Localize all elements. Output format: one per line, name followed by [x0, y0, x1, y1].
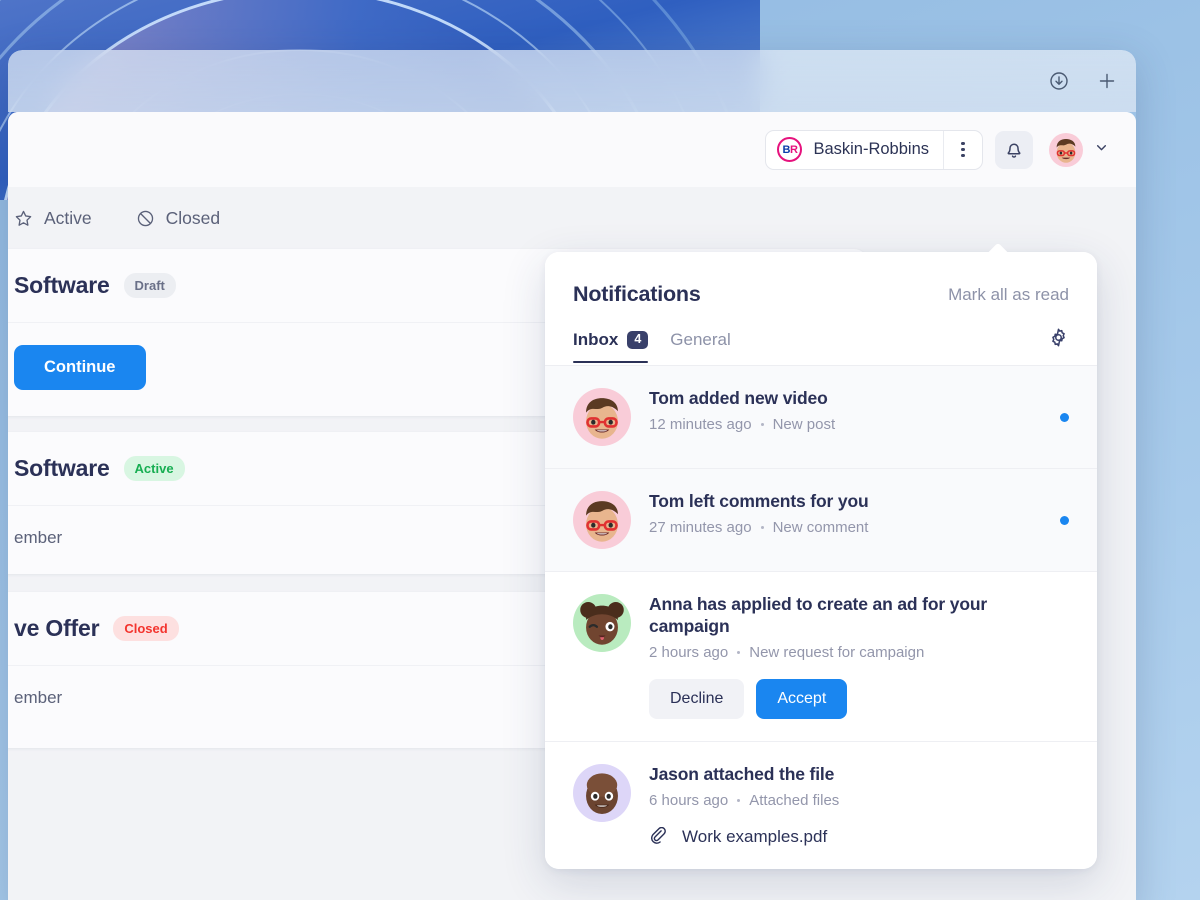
tab-inbox[interactable]: Inbox 4 [573, 330, 649, 363]
avatar[interactable] [573, 491, 631, 549]
browser-window: BR Baskin-Robbins Active Closed Software… [8, 50, 1136, 900]
notification-meta: 6 hours ago Attached files [649, 792, 1069, 809]
workspace-selector[interactable]: BR Baskin-Robbins [765, 129, 983, 170]
mark-all-as-read-button[interactable]: Mark all as read [948, 285, 1069, 305]
star-icon [14, 209, 33, 228]
notification-time: 2 hours ago [649, 643, 729, 661]
notification-meta: 12 minutes ago New post [649, 416, 1036, 433]
attachment-filename: Work examples.pdf [682, 826, 828, 846]
browser-chrome [8, 50, 1136, 112]
continue-button[interactable]: Continue [14, 345, 146, 390]
notifications-header: Notifications Mark all as read [545, 252, 1097, 307]
workspace-chip[interactable]: BR Baskin-Robbins [766, 131, 943, 169]
panel-title: Notifications [573, 282, 701, 306]
tab-label: General [670, 330, 731, 349]
chevron-down-icon[interactable] [1093, 139, 1110, 161]
memoji-bald-icon [586, 773, 618, 814]
meta-separator-dot [760, 525, 764, 529]
ban-icon [136, 209, 155, 228]
notification-title: Tom left comments for you [649, 491, 869, 511]
bell-icon [1007, 142, 1021, 158]
notification-category: New post [772, 415, 836, 433]
accept-button[interactable]: Accept [756, 678, 848, 719]
workspace-more-icon[interactable] [943, 130, 982, 169]
notification-actions: Decline Accept [649, 678, 1069, 719]
notification-body: Tom left comments for you 27 minutes ago… [649, 491, 1036, 549]
notification-category: Attached files [749, 791, 840, 809]
meta-separator-dot [737, 650, 741, 654]
avatar[interactable] [573, 594, 631, 652]
notifications-bell-button[interactable] [995, 130, 1033, 169]
notification-body: Tom added new video 12 minutes ago New p… [649, 388, 1036, 446]
logo-letter-b: B [782, 143, 790, 156]
notification-category: New request for campaign [749, 643, 925, 661]
notification-tabs: Inbox 4 General [545, 307, 1097, 366]
notification-body: Anna has applied to create an ad for you… [649, 594, 1069, 719]
tab-label: Inbox [573, 330, 619, 349]
notification-title: Jason attached the file [649, 763, 835, 784]
notification-meta: 27 minutes ago New comment [649, 519, 1036, 536]
user-menu[interactable] [1049, 132, 1110, 167]
filter-tab-active[interactable]: Active [14, 208, 92, 229]
decline-button[interactable]: Decline [649, 678, 745, 719]
avatar[interactable] [573, 763, 631, 822]
page-title: ve Offer [14, 615, 100, 641]
filter-label: Closed [165, 207, 221, 228]
status-badge: Closed [113, 616, 179, 641]
notifications-panel: Notifications Mark all as read Inbox 4 G… [545, 252, 1097, 869]
paperclip-icon [649, 826, 669, 847]
attachment-link[interactable]: Work examples.pdf [649, 826, 1069, 847]
meta-separator-dot [760, 422, 764, 426]
notification-title: Tom added new video [649, 388, 828, 408]
meta-separator-dot [737, 798, 741, 802]
memoji-glasses-icon [586, 501, 618, 542]
list-item[interactable]: Jason attached the file 6 hours ago Atta… [545, 742, 1097, 869]
notification-time: 6 hours ago [649, 791, 729, 809]
notification-time: 12 minutes ago [649, 415, 752, 433]
notification-time: 27 minutes ago [649, 518, 752, 536]
memoji-glasses-icon [1056, 138, 1076, 163]
logo-letter-r: R [789, 143, 798, 156]
plus-icon[interactable] [1092, 66, 1122, 96]
desktop-background: BR Baskin-Robbins Active Closed Software… [0, 0, 1200, 900]
page-title: Software [14, 455, 110, 481]
inbox-unread-badge: 4 [627, 330, 649, 350]
avatar[interactable] [573, 388, 631, 446]
download-icon[interactable] [1044, 66, 1074, 96]
page-title: Software [14, 272, 110, 298]
notification-title: Anna has applied to create an ad for you… [649, 594, 988, 636]
notification-category: New comment [772, 518, 869, 536]
notification-meta: 2 hours ago New request for campaign [649, 644, 1069, 661]
filter-tab-closed[interactable]: Closed [136, 208, 220, 229]
status-badge: Draft [123, 273, 176, 298]
list-item[interactable]: Tom added new video 12 minutes ago New p… [545, 366, 1097, 469]
notification-body: Jason attached the file 6 hours ago Atta… [649, 764, 1069, 847]
browser-chrome-actions [1044, 50, 1122, 112]
tab-general[interactable]: General [670, 330, 730, 362]
unread-indicator-dot [1060, 412, 1069, 422]
avatar[interactable] [1049, 132, 1083, 167]
panel-caret [987, 243, 1009, 253]
memoji-glasses-icon [586, 398, 618, 439]
list-item[interactable]: Tom left comments for you 27 minutes ago… [545, 469, 1097, 572]
filter-label: Active [44, 207, 92, 228]
list-item[interactable]: Anna has applied to create an ad for you… [545, 572, 1097, 742]
unread-indicator-dot [1060, 515, 1069, 525]
app-topbar: BR Baskin-Robbins [8, 112, 1136, 187]
status-badge: Active [123, 456, 185, 481]
baskin-robbins-logo-icon: BR [777, 137, 803, 162]
memoji-buns-icon [580, 601, 624, 645]
filter-tabs: Active Closed [8, 187, 568, 249]
page-viewport: BR Baskin-Robbins Active Closed Software… [8, 112, 1136, 900]
workspace-name: Baskin-Robbins [813, 140, 929, 158]
gear-icon[interactable] [1048, 327, 1069, 365]
